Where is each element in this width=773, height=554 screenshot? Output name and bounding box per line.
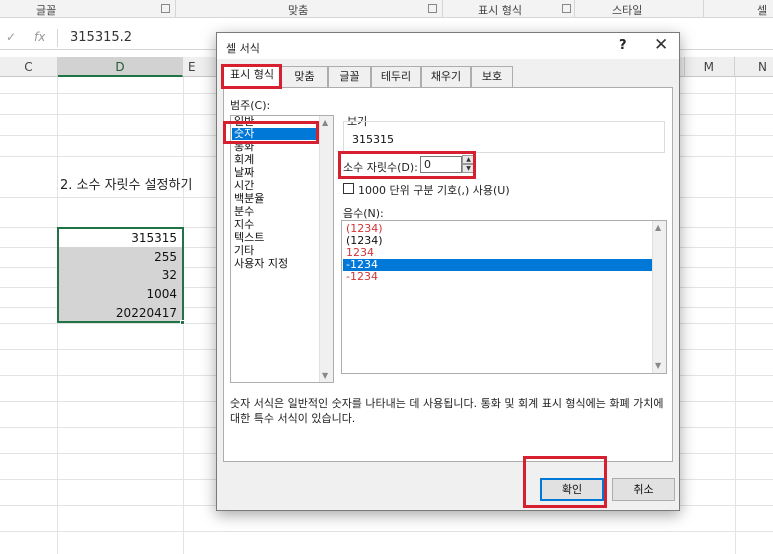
category-item-date[interactable]: 날짜 — [234, 167, 254, 179]
checkmark-icon[interactable]: ✓ — [6, 30, 16, 44]
format-cells-dialog: 셀 서식 ? ✕ 표시 형식 맞춤 글꼴 테두리 채우기 보호 범주(C): 일… — [216, 32, 680, 511]
category-description: 숫자 서식은 일반적인 숫자를 나타내는 데 사용됩니다. 통화 및 회계 표시… — [230, 397, 664, 425]
dialog-titlebar[interactable]: 셀 서식 ? ✕ — [217, 33, 679, 59]
grid-line — [735, 77, 736, 554]
negative-option[interactable]: (1234) — [343, 235, 653, 247]
column-header-n[interactable]: N — [735, 57, 773, 77]
dialog-title: 셀 서식 — [226, 42, 260, 55]
scroll-up-icon[interactable]: ▲ — [655, 223, 661, 232]
category-item-fraction[interactable]: 분수 — [234, 206, 254, 218]
cell-selection-border — [57, 227, 184, 323]
ribbon-group-alignment: 맞춤 — [288, 4, 309, 17]
sample-value: 315315 — [352, 133, 394, 146]
sheet-heading-cell[interactable]: 2. 소수 자릿수 설정하기 — [60, 174, 192, 193]
negative-option-text: -1234 — [346, 270, 378, 283]
negative-option[interactable]: 1234 — [343, 247, 653, 259]
tab-number[interactable]: 표시 형식 — [223, 64, 281, 88]
category-item-accounting[interactable]: 회계 — [234, 154, 254, 166]
decimal-places-input[interactable]: 0 — [420, 156, 462, 173]
negative-option-selected[interactable]: -1234 — [343, 259, 653, 271]
number-dialog-launcher-icon[interactable] — [562, 4, 571, 13]
tab-font[interactable]: 글꼴 — [328, 66, 371, 87]
negative-option[interactable]: (1234) — [343, 223, 653, 235]
spin-up-icon[interactable]: ▲ — [462, 155, 475, 164]
scroll-down-icon[interactable]: ▼ — [655, 361, 661, 370]
alignment-dialog-launcher-icon[interactable] — [428, 4, 437, 13]
ribbon-group-styles: 스타일 — [612, 4, 643, 17]
tab-protection[interactable]: 보호 — [471, 66, 513, 87]
tab-alignment[interactable]: 맞춤 — [281, 66, 328, 87]
tab-fill[interactable]: 채우기 — [421, 66, 471, 87]
category-item-percentage[interactable]: 백분율 — [234, 193, 264, 205]
ribbon-group-bar: 글꼴 맞춤 표시 형식 스타일 셀 — [0, 0, 773, 18]
scroll-down-icon[interactable]: ▼ — [322, 371, 328, 380]
tab-border[interactable]: 테두리 — [371, 66, 421, 87]
ribbon-divider — [442, 0, 443, 18]
category-item-currency[interactable]: 통화 — [234, 141, 254, 153]
ribbon-group-cells: 셀 — [757, 4, 768, 17]
ok-button[interactable]: 확인 — [540, 478, 604, 501]
negative-numbers-label: 음수(N): — [343, 207, 384, 220]
category-item-scientific[interactable]: 지수 — [234, 219, 254, 231]
scroll-up-icon[interactable]: ▲ — [322, 118, 328, 127]
category-list[interactable]: 일반 숫자 통화 회계 날짜 시간 백분율 분수 지수 텍스트 기타 사용자 지… — [230, 115, 334, 383]
category-item-text[interactable]: 텍스트 — [234, 232, 264, 244]
formula-input[interactable]: 315315.2 — [70, 30, 132, 45]
category-item-custom[interactable]: 사용자 지정 — [234, 258, 288, 270]
ribbon-group-font: 글꼴 — [36, 4, 57, 17]
ribbon-divider — [703, 0, 704, 18]
grid-line — [0, 531, 773, 532]
formula-bar-divider — [57, 29, 58, 47]
function-icon[interactable]: fx — [34, 30, 45, 44]
negative-scrollbar[interactable]: ▲ ▼ — [652, 221, 666, 373]
decimal-places-label: 소수 자릿수(D): — [343, 161, 418, 174]
sample-box: 315315 — [343, 121, 665, 153]
column-header-d[interactable]: D — [58, 57, 183, 77]
category-item-special[interactable]: 기타 — [234, 245, 254, 257]
thousands-separator-label[interactable]: 1000 단위 구분 기호(,) 사용(U) — [358, 182, 510, 198]
cancel-button[interactable]: 취소 — [612, 478, 675, 501]
category-scrollbar[interactable]: ▲ ▼ — [319, 116, 333, 382]
negative-option[interactable]: -1234 — [343, 271, 653, 283]
category-item-time[interactable]: 시간 — [234, 180, 254, 192]
fill-handle[interactable] — [180, 320, 185, 325]
font-dialog-launcher-icon[interactable] — [161, 4, 170, 13]
column-header-m[interactable]: M — [685, 57, 735, 77]
thousands-separator-checkbox[interactable] — [343, 183, 354, 194]
ribbon-group-number: 표시 형식 — [478, 4, 522, 17]
negative-numbers-list[interactable]: (1234) (1234) 1234 -1234 -1234 ▲ ▼ — [341, 220, 667, 374]
ribbon-divider — [175, 0, 176, 18]
column-header-c[interactable]: C — [0, 57, 58, 77]
help-button[interactable]: ? — [619, 38, 627, 53]
category-label: 범주(C): — [230, 99, 271, 112]
ribbon-divider — [574, 0, 575, 18]
spin-down-icon[interactable]: ▼ — [462, 164, 475, 173]
close-icon[interactable]: ✕ — [654, 35, 668, 55]
category-item-number[interactable]: 숫자 — [232, 128, 318, 140]
